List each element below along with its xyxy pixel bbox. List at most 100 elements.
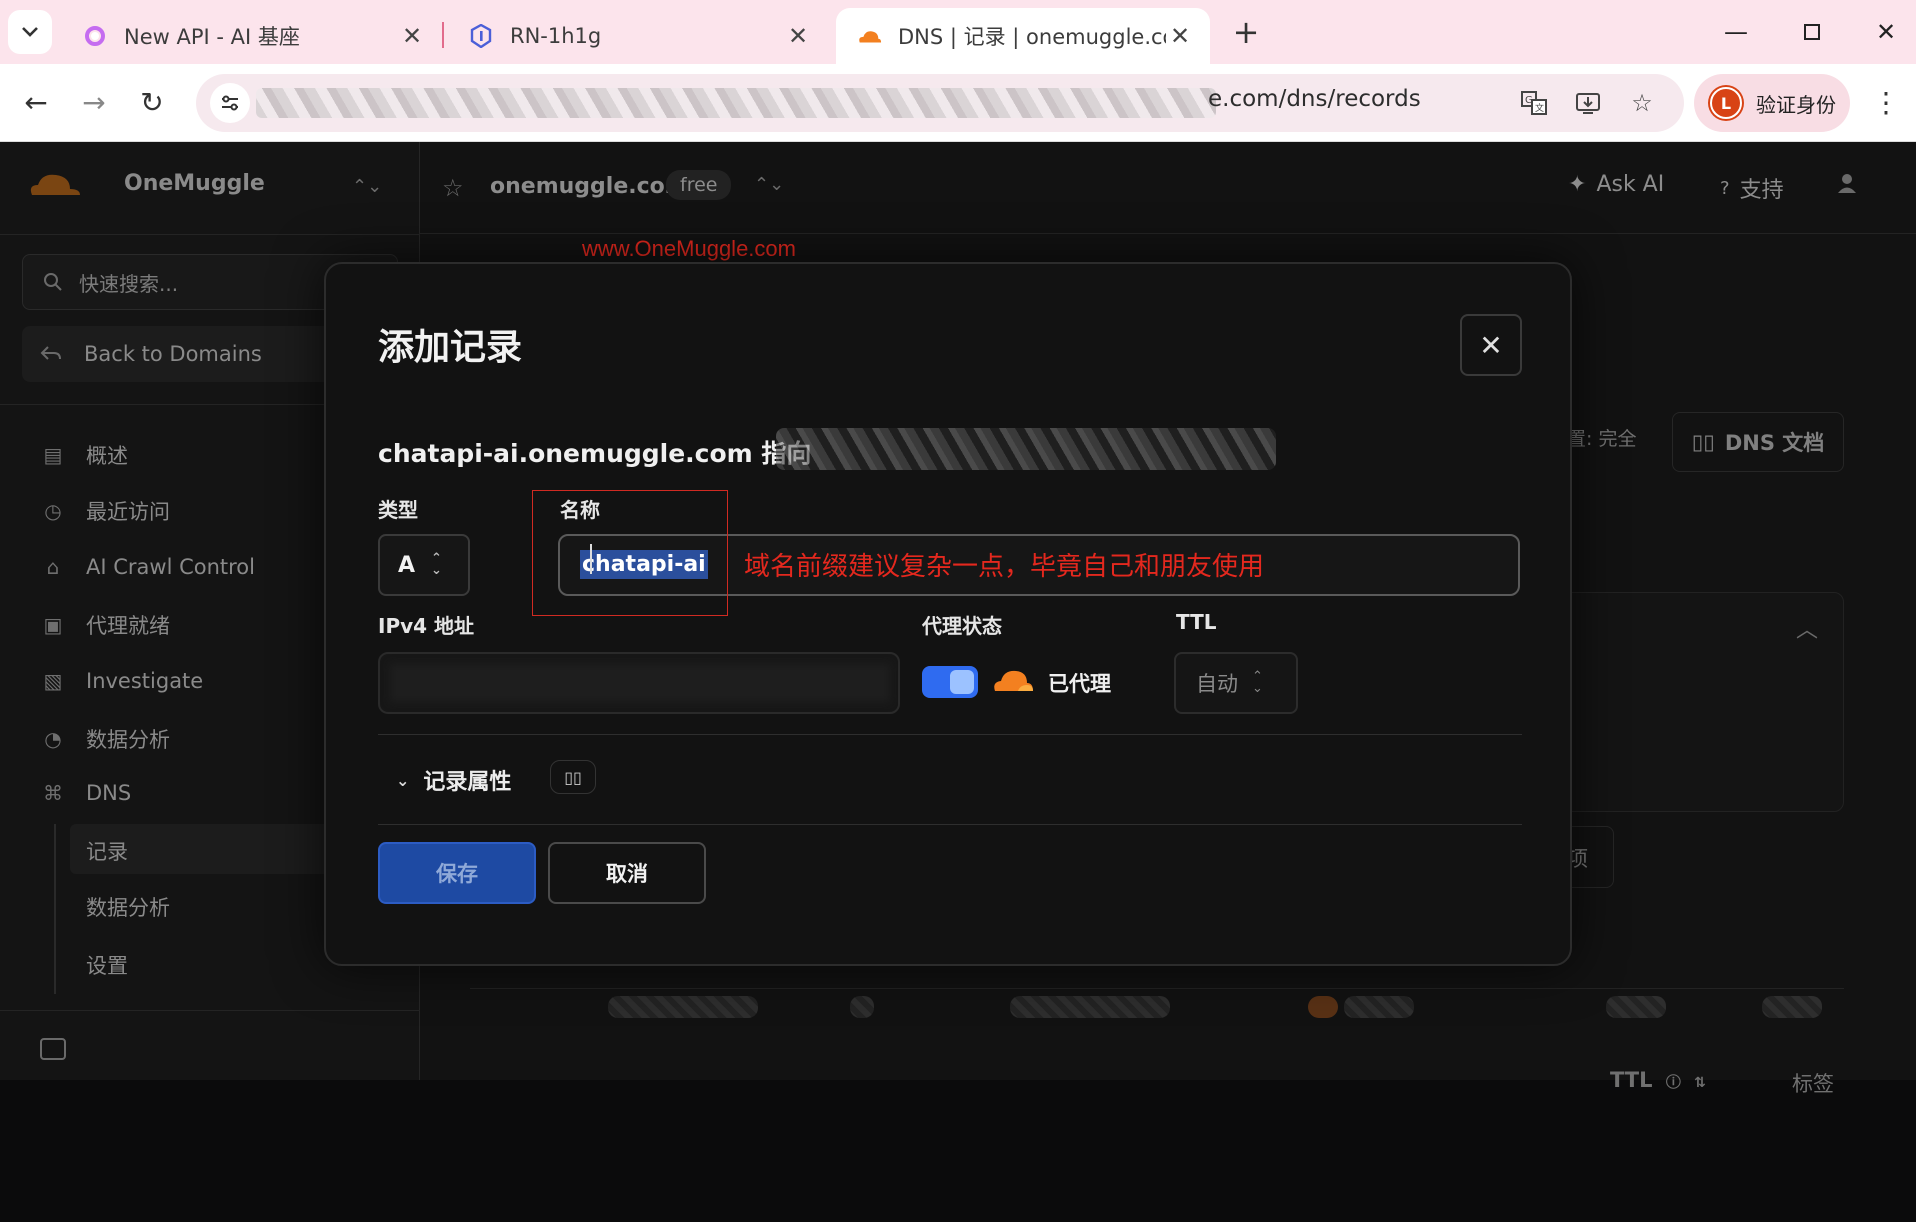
dialog-title: 添加记录 — [378, 327, 523, 368]
ask-ai-button[interactable]: ✦ Ask AI — [1568, 172, 1664, 197]
support-button[interactable]: ? 支持 — [1720, 172, 1784, 204]
user-icon[interactable] — [1836, 172, 1858, 200]
more-menu-icon[interactable]: ⋮ — [1868, 82, 1904, 122]
close-tab-icon[interactable]: ✕ — [784, 22, 812, 50]
bookmark-star-icon[interactable]: ☆ — [1624, 86, 1660, 120]
record-type-select[interactable]: A ⌃ ⌄ — [378, 534, 470, 596]
site-settings-icon[interactable] — [210, 83, 250, 123]
browser-tab-bar: New API - AI 基座 ✕ RN-1h1g ✕ DNS | 记录 | o… — [0, 0, 1916, 64]
sidebar-item-proxy-ready[interactable]: ▣ 代理就绪 — [40, 610, 170, 640]
chevron-updown-icon[interactable]: ⌃⌄ — [352, 176, 382, 197]
book-icon[interactable]: ▯▯ — [550, 760, 596, 794]
search-icon — [43, 272, 63, 292]
install-app-icon[interactable] — [1570, 86, 1606, 120]
minimize-icon[interactable]: — — [1706, 10, 1766, 54]
profile-verify-button[interactable]: L 验证身份 — [1694, 74, 1850, 132]
save-button[interactable]: 保存 — [378, 842, 536, 904]
back-arrow-icon[interactable]: ← — [14, 80, 58, 124]
ttl-value: 自动 — [1196, 672, 1238, 696]
svg-text:G: G — [1525, 95, 1533, 106]
address-bar[interactable]: e.com/dns/records G文 ☆ — [196, 74, 1684, 132]
blurred-cell — [850, 996, 874, 1018]
favorite-star-icon[interactable]: ☆ — [442, 174, 464, 202]
network-icon: ⌘ — [43, 781, 63, 805]
robot-icon: ⌂ — [46, 555, 60, 579]
tab-separator — [442, 22, 444, 48]
sidebar-item-recent[interactable]: ◷ 最近访问 — [40, 496, 170, 526]
plan-badge: free — [666, 170, 732, 200]
close-tab-icon[interactable]: ✕ — [1166, 22, 1194, 50]
sidebar-item-label: 最近访问 — [86, 500, 170, 524]
attributes-label: 记录属性 — [423, 770, 512, 795]
book-icon: ▯▯ — [1691, 430, 1715, 454]
dns-docs-button[interactable]: ▯▯ DNS 文档 — [1672, 412, 1844, 472]
chevron-updown-icon: ⌃ ⌄ — [431, 551, 442, 578]
url-text: e.com/dns/records — [1208, 86, 1421, 112]
record-attributes-toggle[interactable]: ⌄ 记录属性 — [396, 764, 511, 796]
sidebar-item-overview[interactable]: ▤ 概述 — [40, 440, 128, 470]
toggle-knob — [950, 670, 974, 694]
column-header-tags: 标签 — [1792, 1072, 1834, 1096]
account-name: OneMuggle — [124, 170, 265, 196]
zone-header: ☆ onemuggle.com free ⌃⌄ ✦ Ask AI ? 支持 — [420, 142, 1916, 234]
browser-tab-dns[interactable]: DNS | 记录 | onemuggle.com ✕ — [836, 8, 1210, 64]
return-arrow-icon — [40, 345, 62, 363]
proxy-status-label: 代理状态 — [922, 614, 1002, 638]
divider — [0, 1010, 420, 1011]
sidebar-item-ai-crawl[interactable]: ⌂ AI Crawl Control — [40, 554, 255, 580]
document-icon: ▤ — [43, 443, 63, 467]
ipv4-label: IPv4 地址 — [378, 614, 475, 638]
window-close-icon[interactable]: ✕ — [1856, 10, 1916, 54]
browser-tab-newapi[interactable]: New API - AI 基座 ✕ — [62, 8, 442, 64]
sparkle-icon: ✦ — [1568, 172, 1587, 197]
info-icon: ⓘ — [1665, 1073, 1681, 1091]
chevron-updown-icon[interactable]: ⌃⌄ — [754, 174, 784, 195]
sidebar-item-dns[interactable]: ⌘ DNS — [40, 780, 131, 806]
sidebar-item-label: 数据分析 — [86, 728, 170, 752]
close-tab-icon[interactable]: ✕ — [398, 22, 426, 50]
ttl-select[interactable]: 自动 ⌃ ⌄ — [1174, 652, 1298, 714]
ipv4-input[interactable] — [378, 652, 900, 714]
profile-label: 验证身份 — [1756, 92, 1836, 117]
sidebar-subitem-settings[interactable]: 设置 — [86, 950, 128, 980]
tab-title: RN-1h1g — [510, 24, 602, 48]
divider — [378, 734, 1522, 735]
account-switcher[interactable]: OneMuggle — [26, 168, 265, 198]
annotation-highlight-box — [532, 490, 728, 616]
annotation-text: 域名前缀建议复杂一点，毕竟自己和朋友使用 — [744, 551, 1265, 581]
sidebar-item-analytics[interactable]: ◔ 数据分析 — [40, 724, 170, 754]
type-label: 类型 — [378, 498, 418, 522]
sidebar-collapse-icon[interactable] — [40, 1038, 66, 1060]
watermark: www.OneMuggle.com — [582, 236, 796, 261]
sidebar-item-label: 代理就绪 — [86, 614, 170, 638]
help-circle-icon: ? — [1720, 177, 1730, 199]
tab-title: DNS | 记录 | onemuggle.com — [898, 25, 1166, 49]
column-header-ttl[interactable]: TTL ⓘ ⇅ — [1610, 1068, 1706, 1092]
type-value: A — [398, 552, 416, 578]
record-target-text: chatapi-ai.onemuggle.com 指向 — [378, 439, 812, 468]
maximize-icon[interactable] — [1782, 10, 1842, 54]
tab-search-button[interactable] — [8, 10, 52, 54]
cancel-button[interactable]: 取消 — [548, 842, 706, 904]
translate-icon[interactable]: G文 — [1516, 86, 1552, 120]
cloudflare-logo-icon — [26, 168, 84, 198]
proxy-toggle[interactable] — [922, 666, 978, 698]
chevron-down-icon: ⌄ — [396, 770, 410, 790]
sidebar-subitem-analytics[interactable]: 数据分析 — [86, 892, 170, 922]
back-label: Back to Domains — [84, 342, 262, 366]
new-tab-plus-icon[interactable]: + — [1226, 12, 1266, 52]
sort-icon: ⇅ — [1694, 1075, 1706, 1091]
close-icon[interactable]: ✕ — [1460, 314, 1522, 376]
forward-arrow-icon[interactable]: → — [72, 80, 116, 124]
sidebar-item-label: 概述 — [86, 444, 128, 468]
browser-tab-rn[interactable]: RN-1h1g ✕ — [448, 8, 828, 64]
submenu-rail — [54, 824, 56, 994]
clock-icon: ◷ — [44, 499, 62, 523]
chevron-up-icon[interactable]: ︿ — [1796, 612, 1818, 644]
tab-title: New API - AI 基座 — [124, 25, 300, 49]
sidebar-item-investigate[interactable]: ▧ Investigate — [40, 668, 204, 694]
sidebar-item-label: DNS — [86, 781, 132, 805]
sidebar-subitem-records[interactable]: 记录 — [86, 836, 128, 866]
reload-icon[interactable]: ↻ — [130, 80, 174, 124]
zone-domain: onemuggle.com — [490, 174, 688, 199]
